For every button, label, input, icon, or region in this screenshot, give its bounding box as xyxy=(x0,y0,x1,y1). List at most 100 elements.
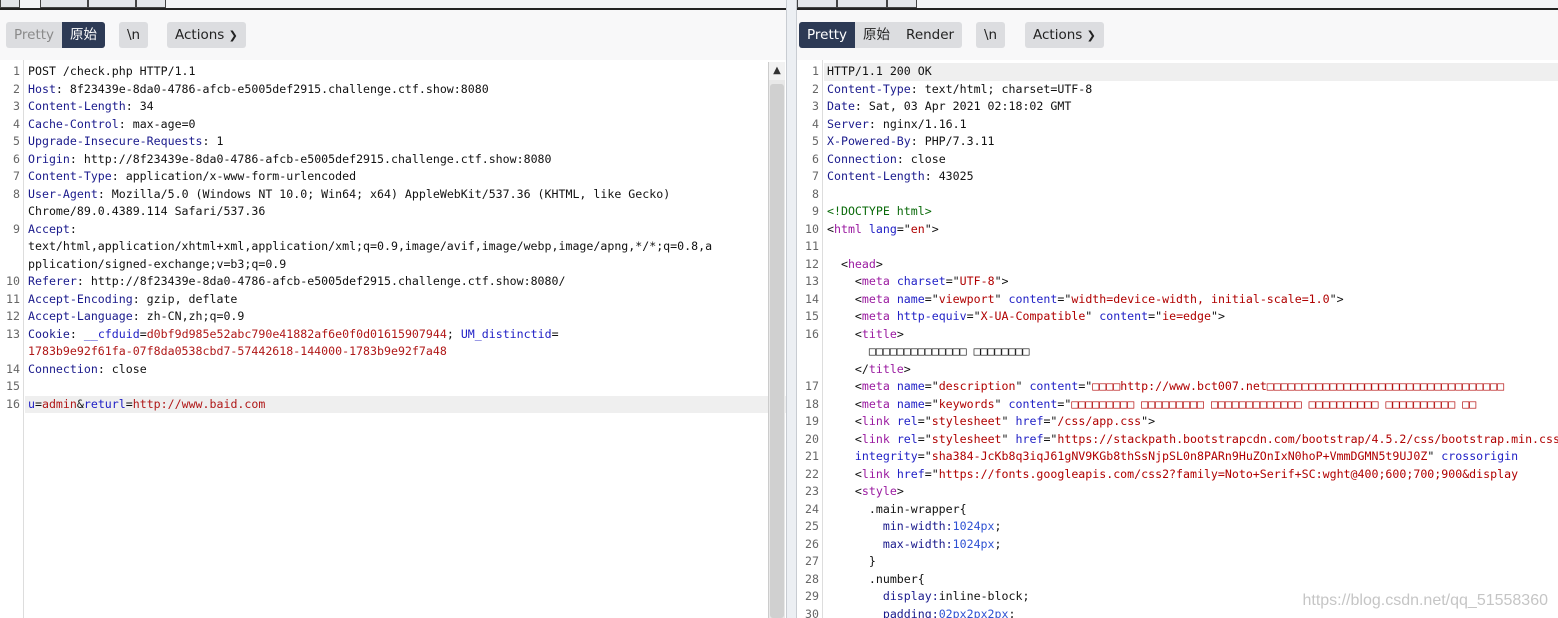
code-text: Content-Type: application/x-www-form-url… xyxy=(28,168,768,186)
code-token: & xyxy=(76,396,84,411)
code-token: > xyxy=(903,361,911,376)
code-text: <link href="https://fonts.googleapis.com… xyxy=(827,466,1558,484)
line-number: 16 xyxy=(6,396,20,411)
line-number: 4 xyxy=(812,116,819,131)
request-scrollbar[interactable]: ▲ xyxy=(768,62,785,618)
tab-raw[interactable]: 原始 xyxy=(855,22,898,48)
line-number: 26 xyxy=(805,536,819,551)
code-line: 7 Content-Length: 43025 xyxy=(797,168,1558,186)
code-token: =" xyxy=(924,379,939,393)
line-number: 29 xyxy=(805,589,819,603)
scrollbar-thumb[interactable] xyxy=(770,84,784,618)
scroll-up-arrow-icon[interactable]: ▲ xyxy=(769,62,785,80)
line-number: 5 xyxy=(13,134,20,148)
line-number: 6 xyxy=(13,151,20,166)
tab-pretty[interactable]: Pretty xyxy=(6,22,62,48)
code-token: content xyxy=(1099,309,1149,323)
response-panel: Pretty 原始 Render \n Actions ❯ 1 HTTP/1.1 … xyxy=(797,0,1558,618)
code-token: Accept-Language xyxy=(28,309,133,323)
code-text: Server: nginx/1.16.1 xyxy=(827,116,1558,134)
code-token: .main-wrapper{ xyxy=(827,501,967,516)
code-token: User-Agent xyxy=(28,186,98,201)
actions-button[interactable]: Actions ❯ xyxy=(167,22,246,48)
code-token: lang xyxy=(868,221,897,236)
code-text: .main-wrapper{ xyxy=(827,501,1558,519)
code-text: Connection: close xyxy=(827,151,1558,169)
code-token: : application/x-www-form-urlencoded xyxy=(111,169,357,183)
code-token: Content-Type xyxy=(827,81,911,96)
code-token: d0bf9d985e52abc790e41882af6e0f0d01615907… xyxy=(146,326,447,341)
code-token: : close xyxy=(97,361,147,376)
code-line: 18 <meta name="keywords" content="□□□□□□… xyxy=(797,396,1558,414)
code-line: 1 POST /check.php HTTP/1.1 xyxy=(0,63,786,81)
code-token: = xyxy=(139,326,147,341)
tab-pretty[interactable]: Pretty xyxy=(799,22,856,48)
code-token: : max-age=0 xyxy=(118,116,196,131)
code-token: < xyxy=(827,414,862,428)
line-number: 3 xyxy=(13,99,20,113)
code-token: : http://8f23439e-8da0-4786-afcb-e5005de… xyxy=(76,274,566,288)
code-token: =" xyxy=(917,414,932,428)
code-token: : nginx/1.16.1 xyxy=(868,116,967,131)
code-line: 16 u=admin&returl=http://www.baid.com xyxy=(6,395,786,413)
actions-button[interactable]: Actions ❯ xyxy=(1025,22,1104,48)
code-token: en xyxy=(910,221,925,236)
line-number: 7 xyxy=(13,169,20,183)
code-token: inline-block; xyxy=(938,589,1030,603)
code-token: : 43025 xyxy=(924,169,974,183)
code-token: </ xyxy=(827,361,869,376)
code-token: =" xyxy=(924,291,939,306)
code-token: min-width: xyxy=(827,519,953,533)
code-token: "> xyxy=(1141,414,1156,428)
request-editor[interactable]: 1 POST /check.php HTTP/1.1 2 Host: 8f23439e… xyxy=(0,60,786,618)
code-line: Chrome/89.0.4389.114 Safari/537.36 xyxy=(0,203,786,221)
line-number: 15 xyxy=(805,309,819,323)
code-token: Server xyxy=(827,116,869,131)
code-line: 27 } xyxy=(797,553,1558,571)
code-token: keywords xyxy=(938,396,995,411)
code-token: __cfduid xyxy=(83,326,140,341)
code-line: 24 .main-wrapper{ xyxy=(797,501,1558,519)
tab-render[interactable]: Render xyxy=(898,22,962,48)
code-token: content xyxy=(1008,291,1058,306)
line-number: 10 xyxy=(805,221,819,236)
code-text: integrity="sha384-JcKb8q3iqJ61gNV9KGb8th… xyxy=(827,448,1558,466)
code-token: ; xyxy=(1008,606,1016,618)
code-token: " xyxy=(1001,431,1016,446)
code-text: Content-Type: text/html; charset=UTF-8 xyxy=(827,81,1558,99)
newline-toggle-button[interactable]: \n xyxy=(976,22,1006,48)
chevron-down-icon: ❯ xyxy=(1086,29,1096,42)
code-line: 23 <style> xyxy=(797,483,1558,501)
newline-toggle-button[interactable]: \n xyxy=(119,22,149,48)
tab-raw[interactable]: 原始 xyxy=(62,22,106,48)
code-token: < xyxy=(827,396,862,411)
code-text: } xyxy=(827,553,1558,571)
code-token: viewport xyxy=(938,291,995,306)
code-line: 4 Cache-Control: max-age=0 xyxy=(0,116,786,134)
line-number: 9 xyxy=(812,204,819,218)
code-text: <!DOCTYPE html> xyxy=(827,203,1558,221)
line-number: 1 xyxy=(13,64,20,78)
code-token: □□□□□□□□□ □□□□□□□□□ □□□□□□□□□□□□□ □□□□□□… xyxy=(1071,396,1477,411)
code-text: <style> xyxy=(827,483,1558,501)
code-token: < xyxy=(827,256,848,271)
code-token: Connection xyxy=(827,151,897,166)
code-token: name xyxy=(896,291,925,306)
response-editor[interactable]: 1 HTTP/1.1 200 OK 2 Content-Type: text/html… xyxy=(797,60,1558,618)
line-number: 8 xyxy=(812,186,819,201)
code-token: > xyxy=(896,326,904,341)
code-token: returl xyxy=(83,396,126,411)
code-line: 20 <link rel="stylesheet" href="https://… xyxy=(797,431,1558,449)
code-token: ; xyxy=(994,519,1002,533)
code-line: 3 Content-Length: 34 xyxy=(0,98,786,116)
request-toolbar: Pretty 原始 \n Actions ❯ xyxy=(0,10,786,60)
line-number: 1 xyxy=(812,64,819,78)
line-number: 10 xyxy=(6,274,20,288)
split-pane-divider[interactable] xyxy=(786,0,797,618)
code-token: Content-Type xyxy=(28,169,112,183)
code-token: text/html,application/xhtml+xml,applicat… xyxy=(28,239,713,253)
response-view-toggle: Pretty 原始 Render xyxy=(799,22,963,48)
code-line: 21 integrity="sha384-JcKb8q3iqJ61gNV9KGb… xyxy=(797,448,1558,466)
code-token: rel xyxy=(896,414,918,428)
